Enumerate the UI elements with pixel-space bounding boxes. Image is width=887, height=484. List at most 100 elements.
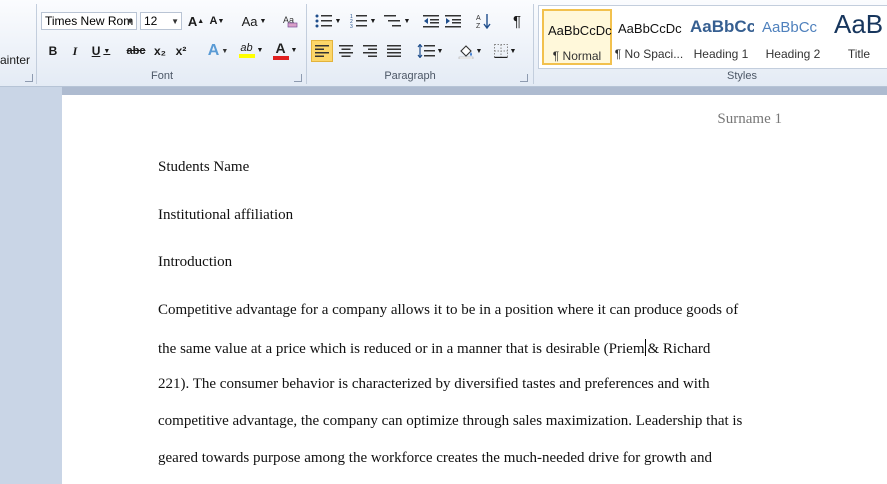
style-name: Title bbox=[847, 47, 871, 61]
grow-font-button[interactable]: A ▲ bbox=[187, 11, 205, 31]
line-student-name: Students Name bbox=[158, 159, 250, 175]
italic-icon: I bbox=[72, 43, 78, 58]
shrink-font-icon: A bbox=[209, 15, 218, 27]
body-line-text: the same value at a price which is reduc… bbox=[158, 341, 645, 357]
font-color-icon: A bbox=[275, 40, 286, 56]
style-sample: AaBbCc bbox=[762, 19, 818, 36]
align-right-icon bbox=[363, 45, 377, 57]
shading-button[interactable]: ▼ bbox=[455, 41, 485, 61]
italic-button[interactable]: I bbox=[66, 41, 84, 61]
increase-indent-icon bbox=[445, 15, 461, 28]
style-name: Heading 1 bbox=[693, 47, 749, 61]
superscript-icon: x² bbox=[175, 44, 187, 58]
font-size-combo[interactable]: 12 ▼ bbox=[140, 12, 182, 30]
highlight-icon: ab bbox=[240, 42, 253, 54]
subscript-button[interactable]: x₂ bbox=[151, 41, 169, 61]
multilevel-list-button[interactable]: ▼ bbox=[382, 11, 412, 31]
style-name: ¶ No Spaci... bbox=[614, 47, 684, 61]
style-normal[interactable]: AaBbCcDc ¶ Normal bbox=[542, 9, 612, 65]
svg-text:3: 3 bbox=[350, 24, 353, 28]
increase-indent-button[interactable] bbox=[443, 11, 463, 31]
paint-bucket-icon bbox=[458, 45, 473, 59]
bullets-button[interactable]: ▼ bbox=[313, 11, 343, 31]
paragraph-launcher-icon[interactable] bbox=[520, 74, 528, 82]
paragraph-group-label: Paragraph bbox=[384, 70, 436, 82]
bullets-icon bbox=[315, 14, 332, 28]
bold-icon: B bbox=[48, 44, 58, 58]
chevron-down-icon: ▼ bbox=[171, 17, 179, 26]
line-affiliation: Institutional affiliation bbox=[158, 207, 294, 223]
align-left-button[interactable] bbox=[311, 40, 333, 62]
borders-button[interactable]: ▼ bbox=[490, 41, 520, 61]
font-name-value: Times New Rom bbox=[45, 14, 134, 28]
font-color-button[interactable]: A ▼ bbox=[270, 40, 300, 60]
strikethrough-icon: abc bbox=[126, 45, 146, 57]
left-margin-panel bbox=[0, 87, 62, 484]
sort-icon: AZ bbox=[476, 14, 491, 29]
style-heading-1[interactable]: AaBbCc Heading 1 bbox=[686, 9, 756, 65]
change-case-button[interactable]: Aa ▼ bbox=[240, 11, 268, 31]
line-spacing-icon bbox=[417, 44, 435, 58]
underline-button[interactable]: U ▼ bbox=[90, 41, 112, 61]
style-no-spacing[interactable]: AaBbCcDc ¶ No Spaci... bbox=[614, 9, 684, 65]
body-line: the same value at a price which is reduc… bbox=[158, 339, 710, 358]
font-color-bar bbox=[272, 56, 289, 60]
text-effects-icon: A bbox=[207, 42, 220, 59]
line-spacing-button[interactable]: ▼ bbox=[415, 41, 445, 61]
subscript-icon: x₂ bbox=[153, 44, 166, 58]
clear-formatting-icon: Aa bbox=[283, 15, 298, 28]
style-sample: AaBbCcDc bbox=[618, 21, 682, 36]
pilcrow-icon: ¶ bbox=[512, 12, 522, 30]
align-center-button[interactable] bbox=[336, 41, 356, 61]
document-page[interactable]: Surname 1 Students Name Institutional af… bbox=[62, 95, 887, 484]
line-introduction: Introduction bbox=[158, 254, 233, 270]
svg-text:A: A bbox=[476, 15, 481, 22]
style-name: Heading 2 bbox=[765, 47, 821, 61]
body-line: geared towards purpose among the workfor… bbox=[158, 450, 712, 466]
multilevel-list-icon bbox=[383, 15, 401, 27]
highlight-button[interactable]: ab ▼ bbox=[236, 40, 266, 60]
numbering-button[interactable]: 1 2 3 ▼ bbox=[348, 11, 378, 31]
body-line: 221). The consumer behavior is character… bbox=[158, 376, 710, 392]
align-right-button[interactable] bbox=[360, 41, 380, 61]
font-group-label: Font bbox=[150, 70, 173, 82]
strikethrough-button[interactable]: abc bbox=[126, 41, 146, 61]
body-line-text: & Richard bbox=[647, 341, 711, 357]
bold-button[interactable]: B bbox=[44, 41, 62, 61]
font-name-combo[interactable]: Times New Rom ▼ bbox=[41, 12, 137, 30]
style-sample: AaBbCcDc bbox=[548, 23, 612, 38]
body-line: Competitive advantage for a company allo… bbox=[158, 302, 739, 318]
separator bbox=[533, 4, 534, 84]
text-effects-button[interactable]: A ▼ bbox=[204, 41, 232, 61]
clear-formatting-button[interactable]: Aa bbox=[280, 11, 300, 31]
superscript-button[interactable]: x² bbox=[172, 41, 190, 61]
body-line: competitive advantage, the company can o… bbox=[158, 413, 743, 429]
decrease-indent-button[interactable] bbox=[421, 11, 441, 31]
borders-icon bbox=[493, 44, 508, 58]
underline-icon: U bbox=[91, 44, 101, 58]
align-left-icon bbox=[315, 45, 329, 57]
sort-button[interactable]: AZ bbox=[474, 11, 494, 31]
separator bbox=[36, 4, 37, 84]
style-title[interactable]: AaB Title bbox=[830, 9, 887, 65]
style-sample: AaBbCc bbox=[690, 17, 754, 36]
font-launcher-icon[interactable] bbox=[294, 74, 302, 82]
clipboard-launcher-icon[interactable] bbox=[25, 74, 33, 82]
separator bbox=[306, 4, 307, 84]
justify-icon bbox=[387, 45, 401, 57]
ribbon: ainter Times New Rom ▼ 12 ▼ A ▲ A ▼ Aa ▼ Aa… bbox=[0, 0, 887, 87]
numbering-icon: 123 bbox=[350, 14, 367, 28]
show-formatting-marks-button[interactable]: ¶ bbox=[507, 11, 527, 31]
style-name: ¶ Normal bbox=[552, 49, 602, 63]
highlight-color-bar bbox=[238, 54, 255, 58]
format-painter-label: ainter bbox=[0, 53, 31, 67]
align-center-icon bbox=[339, 45, 353, 57]
styles-gallery: AaBbCcDc ¶ Normal AaBbCcDc ¶ No Spaci...… bbox=[538, 5, 887, 69]
styles-group-label: Styles bbox=[727, 70, 757, 82]
svg-text:Z: Z bbox=[476, 23, 481, 29]
justify-button[interactable] bbox=[384, 41, 404, 61]
style-heading-2[interactable]: AaBbCc Heading 2 bbox=[758, 9, 828, 65]
format-painter-button[interactable]: ainter bbox=[0, 50, 34, 70]
shrink-font-button[interactable]: A ▼ bbox=[208, 11, 226, 31]
font-size-value: 12 bbox=[144, 14, 158, 28]
